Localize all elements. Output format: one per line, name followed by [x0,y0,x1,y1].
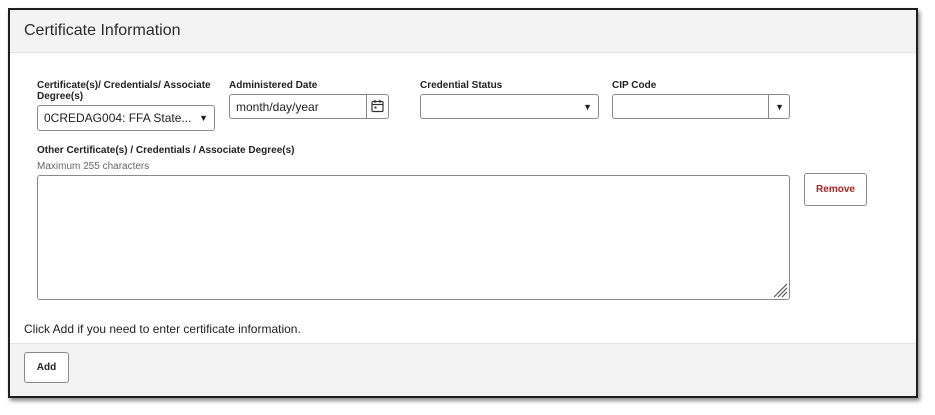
calendar-button[interactable] [366,95,388,118]
panel-title: Certificate Information [24,22,181,39]
cip-code-select[interactable]: ▼ [612,94,790,119]
certificate-select-value: 0CREDAG004: FFA State... [44,111,192,125]
add-button[interactable]: Add [24,352,69,383]
credential-status-select[interactable]: ▼ [420,94,599,119]
remove-button[interactable]: Remove [804,173,867,206]
chevron-down-icon: ▼ [583,101,592,112]
credential-status-label: Credential Status [420,80,503,91]
administered-date-placeholder: month/day/year [236,99,319,114]
cip-code-dropdown-toggle[interactable]: ▼ [768,95,789,118]
info-text: Click Add if you need to enter certifica… [24,322,301,336]
resize-grip-icon[interactable] [772,282,788,298]
administered-date-label: Administered Date [229,80,318,91]
calendar-icon [371,99,384,113]
other-certificate-hint: Maximum 255 characters [37,161,150,172]
other-certificate-label: Other Certificate(s) / Credentials / Ass… [37,145,295,156]
chevron-down-icon: ▼ [775,101,784,112]
panel-header: Certificate Information [10,10,916,53]
panel-footer: Add [10,343,916,396]
certificate-label: Certificate(s)/ Credentials/ Associate D… [37,80,211,102]
certificate-select[interactable]: 0CREDAG004: FFA State... ▼ [37,105,215,131]
administered-date-input[interactable]: month/day/year [229,94,389,119]
other-certificate-textarea[interactable] [37,175,790,300]
cip-code-label: CIP Code [612,80,657,91]
chevron-down-icon: ▼ [199,113,208,123]
certificate-panel: Certificate Information Certificate(s)/ … [8,8,918,398]
